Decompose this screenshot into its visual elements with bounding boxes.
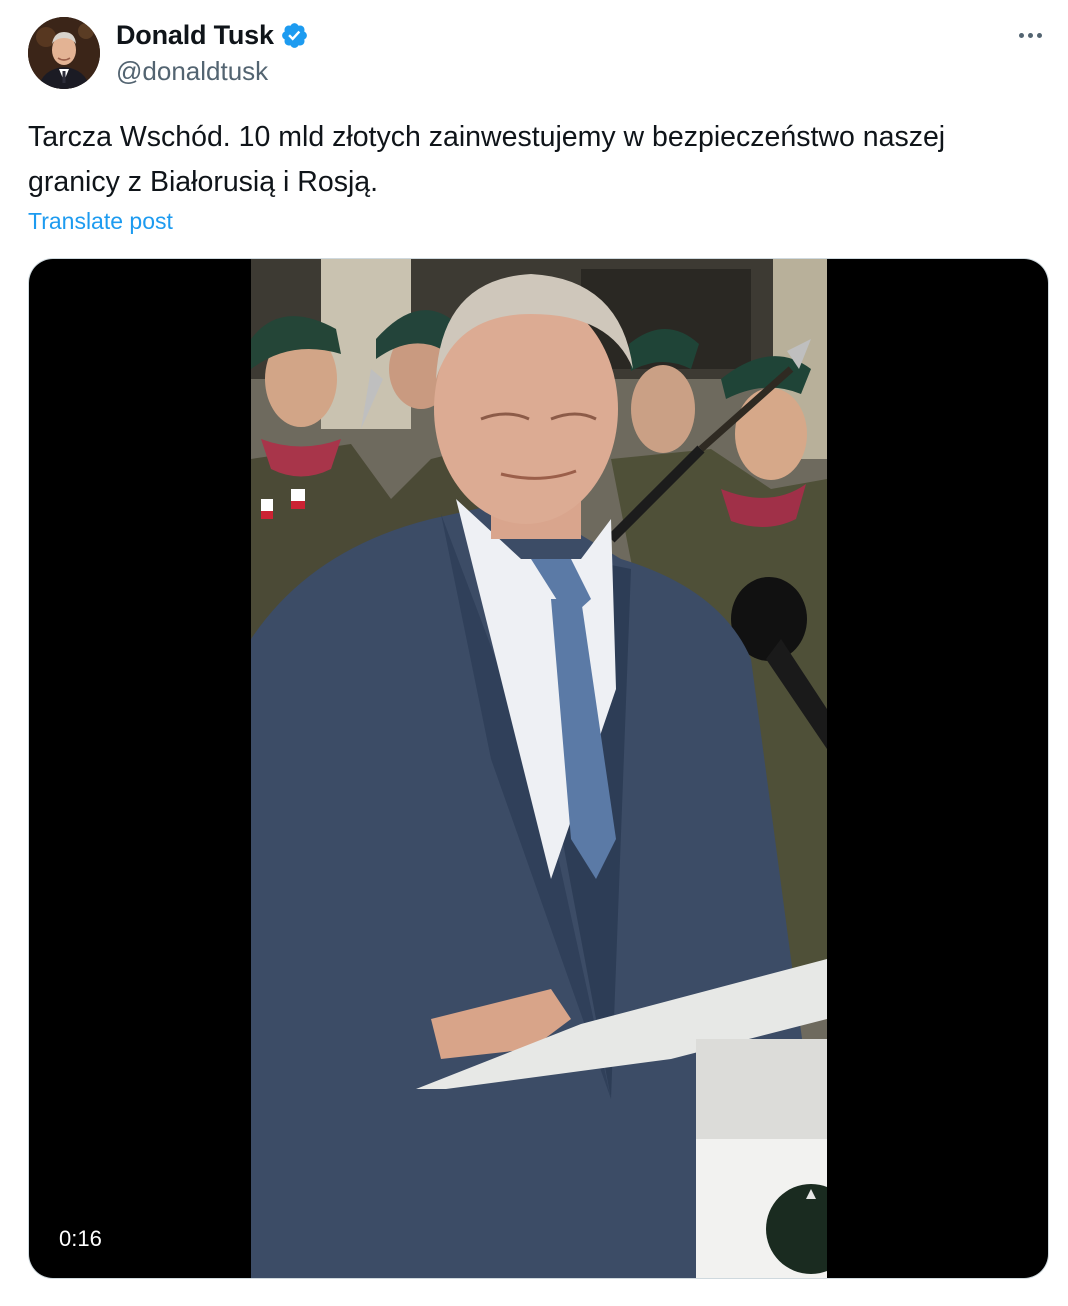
- more-dot-icon: [1036, 32, 1042, 38]
- video-frame: [251, 259, 827, 1278]
- more-dot-icon: [1027, 32, 1033, 38]
- post-text: Tarcza Wschód. 10 mld złotych zainwestuj…: [28, 121, 946, 198]
- author-name-row[interactable]: Donald Tusk: [116, 18, 309, 52]
- verified-badge-icon: [281, 22, 307, 48]
- video-thumbnail: [251, 259, 827, 1278]
- author-handle[interactable]: @donaldtusk: [116, 55, 268, 87]
- translate-post-link[interactable]: Translate post: [28, 206, 173, 236]
- avatar-image: [28, 17, 100, 89]
- more-options-button[interactable]: [1010, 18, 1050, 52]
- video-player[interactable]: 0:16: [29, 259, 1048, 1278]
- display-name[interactable]: Donald Tusk: [116, 18, 274, 52]
- more-dot-icon: [1018, 32, 1024, 38]
- avatar[interactable]: [28, 17, 100, 89]
- post: Donald Tusk @donaldtusk Tarcza Wschód. 1…: [0, 0, 1068, 1306]
- video-duration: 0:16: [47, 1221, 114, 1257]
